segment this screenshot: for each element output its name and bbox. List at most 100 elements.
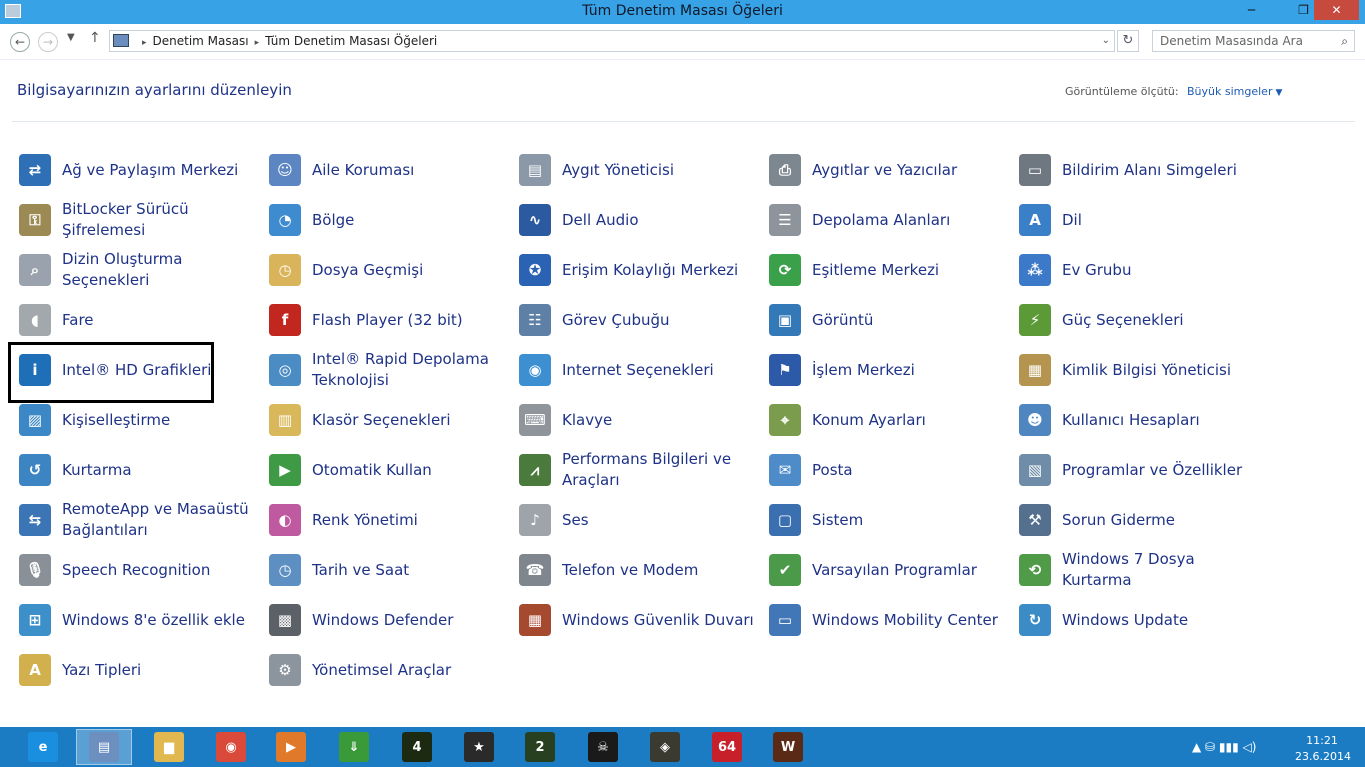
control-panel-item-notification[interactable]: ▭ Bildirim Alanı Simgeleri (1015, 145, 1265, 195)
control-panel-item-file-history[interactable]: ◷ Dosya Geçmişi (265, 245, 515, 295)
control-panel-item-language[interactable]: A Dil (1015, 195, 1265, 245)
clock[interactable]: 11:21 23.6.2014 (1295, 733, 1351, 765)
item-label[interactable]: Windows Update (1062, 595, 1257, 645)
item-label[interactable]: Otomatik Kullan (312, 445, 507, 495)
item-label[interactable]: Depolama Alanları (812, 195, 1007, 245)
control-panel-item-remoteapp[interactable]: ⇆ RemoteApp ve Masaüstü Bağlantıları (15, 495, 265, 545)
taskbar-button[interactable]: ▤ (76, 729, 132, 765)
control-panel-item-dell-audio[interactable]: ∿ Dell Audio (515, 195, 765, 245)
item-label[interactable]: İşlem Merkezi (812, 345, 1007, 395)
control-panel-item-recovery[interactable]: ↺ Kurtarma (15, 445, 265, 495)
control-panel-item-color-management[interactable]: ◐ Renk Yönetimi (265, 495, 515, 545)
view-by-value[interactable]: Büyük simgeler (1187, 85, 1272, 98)
control-panel-item-folder-options[interactable]: ▥ Klasör Seçenekleri (265, 395, 515, 445)
item-label[interactable]: Windows 8'e özellik ekle (62, 595, 257, 645)
control-panel-item-device-manager[interactable]: ▤ Aygıt Yöneticisi (515, 145, 765, 195)
control-panel-item-admin-tools[interactable]: ⚙ Yönetimsel Araçlar (265, 645, 515, 695)
item-label[interactable]: Sistem (812, 495, 1007, 545)
taskbar-button[interactable]: ⇓ (326, 729, 382, 765)
item-label[interactable]: Kimlik Bilgisi Yöneticisi (1062, 345, 1257, 395)
control-panel-item-storage[interactable]: ☰ Depolama Alanları (765, 195, 1015, 245)
control-panel-item-mobility[interactable]: ▭ Windows Mobility Center (765, 595, 1015, 645)
control-panel-item-defender[interactable]: ▩ Windows Defender (265, 595, 515, 645)
item-label[interactable]: Windows Güvenlik Duvarı (562, 595, 757, 645)
breadcrumb-all-items[interactable]: Tüm Denetim Masası Öğeleri (265, 34, 437, 48)
control-panel-item-taskbar[interactable]: ☷ Görev Çubuğu (515, 295, 765, 345)
item-label[interactable]: Programlar ve Özellikler (1062, 445, 1257, 495)
control-panel-item-network[interactable]: ⇄ Ağ ve Paylaşım Merkezi (15, 145, 265, 195)
item-label[interactable]: Varsayılan Programlar (812, 545, 1007, 595)
item-label[interactable]: Yazı Tipleri (62, 645, 257, 695)
control-panel-item-intel-rapid-storage[interactable]: ◎ Intel® Rapid Depolama Teknolojisi (265, 345, 515, 395)
item-label[interactable]: Posta (812, 445, 1007, 495)
recent-locations-button[interactable]: ▼ (67, 32, 75, 43)
taskbar-button[interactable]: 64 (699, 729, 755, 765)
taskbar-button[interactable]: W (760, 729, 816, 765)
item-label[interactable]: Sorun Giderme (1062, 495, 1257, 545)
back-button[interactable]: ← (10, 32, 30, 52)
control-panel-item-region[interactable]: ◔ Bölge (265, 195, 515, 245)
item-label[interactable]: Klasör Seçenekleri (312, 395, 507, 445)
address-dropdown-button[interactable]: ⌄ (1102, 31, 1110, 51)
item-label[interactable]: Konum Ayarları (812, 395, 1007, 445)
control-panel-item-default-programs[interactable]: ✔ Varsayılan Programlar (765, 545, 1015, 595)
item-label[interactable]: Ses (562, 495, 757, 545)
control-panel-item-firewall[interactable]: ▦ Windows Güvenlik Duvarı (515, 595, 765, 645)
control-panel-item-user-accounts[interactable]: ☻ Kullanıcı Hesapları (1015, 395, 1265, 445)
control-panel-item-family[interactable]: ☺ Aile Koruması (265, 145, 515, 195)
item-label[interactable]: Erişim Kolaylığı Merkezi (562, 245, 757, 295)
taskbar-button[interactable]: ◈ (637, 729, 693, 765)
item-label[interactable]: Ağ ve Paylaşım Merkezi (62, 145, 257, 195)
taskbar-button[interactable]: e (15, 729, 71, 765)
control-panel-item-troubleshooting[interactable]: ⚒ Sorun Giderme (1015, 495, 1265, 545)
item-label[interactable]: Internet Seçenekleri (562, 345, 757, 395)
item-label[interactable]: Telefon ve Modem (562, 545, 757, 595)
control-panel-item-bitlocker[interactable]: ⚿ BitLocker Sürücü Şifrelemesi (15, 195, 265, 245)
item-label[interactable]: Speech Recognition (62, 545, 257, 595)
item-label[interactable]: Dizin Oluşturma Seçenekleri (62, 245, 257, 295)
control-panel-item-windows-update[interactable]: ↻ Windows Update (1015, 595, 1265, 645)
minimize-button[interactable]: ─ (1238, 0, 1265, 20)
item-label[interactable]: Windows Mobility Center (812, 595, 1007, 645)
maximize-button[interactable]: ❐ (1290, 0, 1317, 20)
taskbar-button[interactable]: ◉ (203, 729, 259, 765)
item-label[interactable]: Intel® Rapid Depolama Teknolojisi (312, 345, 507, 395)
taskbar-button[interactable]: ▶ (263, 729, 319, 765)
control-panel-item-ease-of-access[interactable]: ✪ Erişim Kolaylığı Merkezi (515, 245, 765, 295)
control-panel-item-system[interactable]: ▢ Sistem (765, 495, 1015, 545)
item-label[interactable]: Performans Bilgileri ve Araçları (562, 445, 757, 495)
control-panel-item-credential[interactable]: ▦ Kimlik Bilgisi Yöneticisi (1015, 345, 1265, 395)
taskbar-button[interactable]: ▆ (141, 729, 197, 765)
control-panel-item-mail[interactable]: ✉ Posta (765, 445, 1015, 495)
close-button[interactable]: ✕ (1314, 0, 1359, 20)
item-label[interactable]: Renk Yönetimi (312, 495, 507, 545)
control-panel-item-power[interactable]: ⚡ Güç Seçenekleri (1015, 295, 1265, 345)
forward-button[interactable]: → (38, 32, 58, 52)
control-panel-item-indexing[interactable]: ⌕ Dizin Oluşturma Seçenekleri (15, 245, 265, 295)
item-label[interactable]: Fare (62, 295, 257, 345)
control-panel-item-display[interactable]: ▣ Görüntü (765, 295, 1015, 345)
item-label[interactable]: Dil (1062, 195, 1257, 245)
item-label[interactable]: Dell Audio (562, 195, 757, 245)
control-panel-item-homegroup[interactable]: ⁂ Ev Grubu (1015, 245, 1265, 295)
control-panel-item-sync[interactable]: ⟳ Eşitleme Merkezi (765, 245, 1015, 295)
item-label[interactable]: RemoteApp ve Masaüstü Bağlantıları (62, 495, 257, 545)
taskbar-button[interactable]: 4 (389, 729, 445, 765)
control-panel-item-sound[interactable]: ♪ Ses (515, 495, 765, 545)
item-label[interactable]: Kullanıcı Hesapları (1062, 395, 1257, 445)
up-button[interactable]: ↑ (89, 30, 101, 46)
taskbar-button[interactable]: ☠ (575, 729, 631, 765)
item-label[interactable]: Aygıtlar ve Yazıcılar (812, 145, 1007, 195)
item-label[interactable]: Eşitleme Merkezi (812, 245, 1007, 295)
control-panel-item-printer[interactable]: ⎙ Aygıtlar ve Yazıcılar (765, 145, 1015, 195)
item-label[interactable]: Yönetimsel Araçlar (312, 645, 507, 695)
control-panel-item-programs[interactable]: ▧ Programlar ve Özellikler (1015, 445, 1265, 495)
chevron-down-icon[interactable]: ▼ (1275, 88, 1282, 98)
address-bar[interactable]: ▸ Denetim Masası ▸ Tüm Denetim Masası Öğele… (109, 30, 1115, 52)
control-panel-item-windows7-recovery[interactable]: ⟲ Windows 7 Dosya Kurtarma (1015, 545, 1265, 595)
taskbar-button[interactable]: 2 (512, 729, 568, 765)
item-label[interactable]: Bölge (312, 195, 507, 245)
control-panel-item-performance[interactable]: ⩘ Performans Bilgileri ve Araçları (515, 445, 765, 495)
item-label[interactable]: Görüntü (812, 295, 1007, 345)
item-label[interactable]: Bildirim Alanı Simgeleri (1062, 145, 1257, 195)
